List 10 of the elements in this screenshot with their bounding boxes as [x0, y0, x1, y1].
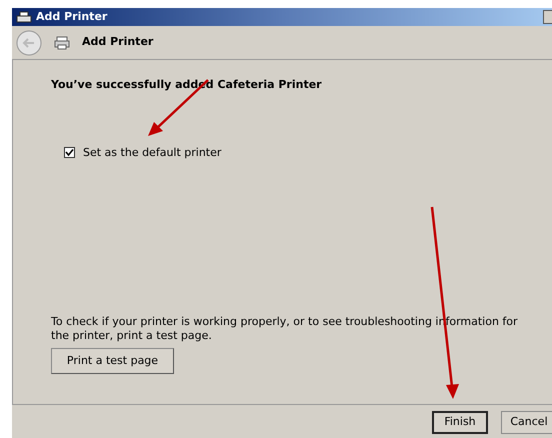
checkbox-label: Set as the default printer [83, 144, 222, 160]
default-checkbox[interactable] [64, 147, 75, 158]
page-title: Add Printer [82, 34, 154, 50]
printer-icon [54, 36, 70, 50]
close-button[interactable] [543, 10, 552, 24]
dialog-button[interactable]: Finish [432, 411, 488, 434]
printer-icon [16, 11, 32, 23]
window-title: Add Printer [36, 8, 108, 25]
print-test-page-button[interactable]: Print a test page [51, 348, 174, 374]
dialog-button[interactable]: Cancel [501, 411, 552, 434]
